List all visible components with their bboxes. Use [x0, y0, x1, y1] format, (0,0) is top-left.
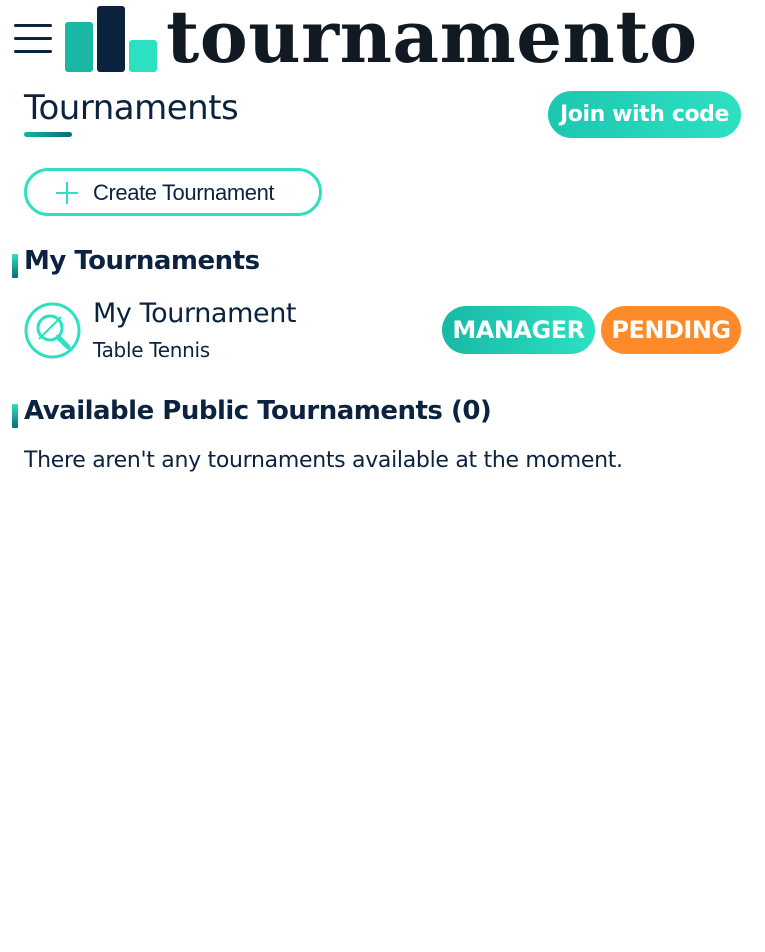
title-underline [24, 132, 72, 137]
join-with-code-button[interactable]: Join with code [548, 91, 741, 138]
tournament-name: My Tournament [93, 298, 297, 329]
create-tournament-label: Create Tournament [93, 180, 275, 205]
tournament-sport: Table Tennis [93, 338, 210, 362]
plus-icon [56, 182, 78, 204]
pending-badge: PENDING [601, 306, 741, 354]
section-heading-text: My Tournaments [24, 246, 260, 276]
page-title: Tournaments [24, 88, 239, 128]
create-tournament-button[interactable]: Create Tournament [24, 168, 322, 216]
tournament-list-item[interactable]: My Tournament Table Tennis MANAGER PENDI… [24, 298, 741, 366]
empty-state-message: There aren't any tournaments available a… [24, 448, 623, 473]
table-tennis-icon [24, 302, 81, 359]
section-heading-text: Available Public Tournaments (0) [24, 396, 492, 426]
logo-text: tournamento [166, 0, 698, 79]
logo-bars-icon [65, 6, 161, 72]
section-accent-bar [12, 404, 18, 428]
top-bar: tournamento [0, 0, 765, 80]
manager-badge: MANAGER [442, 306, 595, 354]
hamburger-menu-icon[interactable] [12, 22, 54, 56]
section-accent-bar [12, 254, 18, 278]
